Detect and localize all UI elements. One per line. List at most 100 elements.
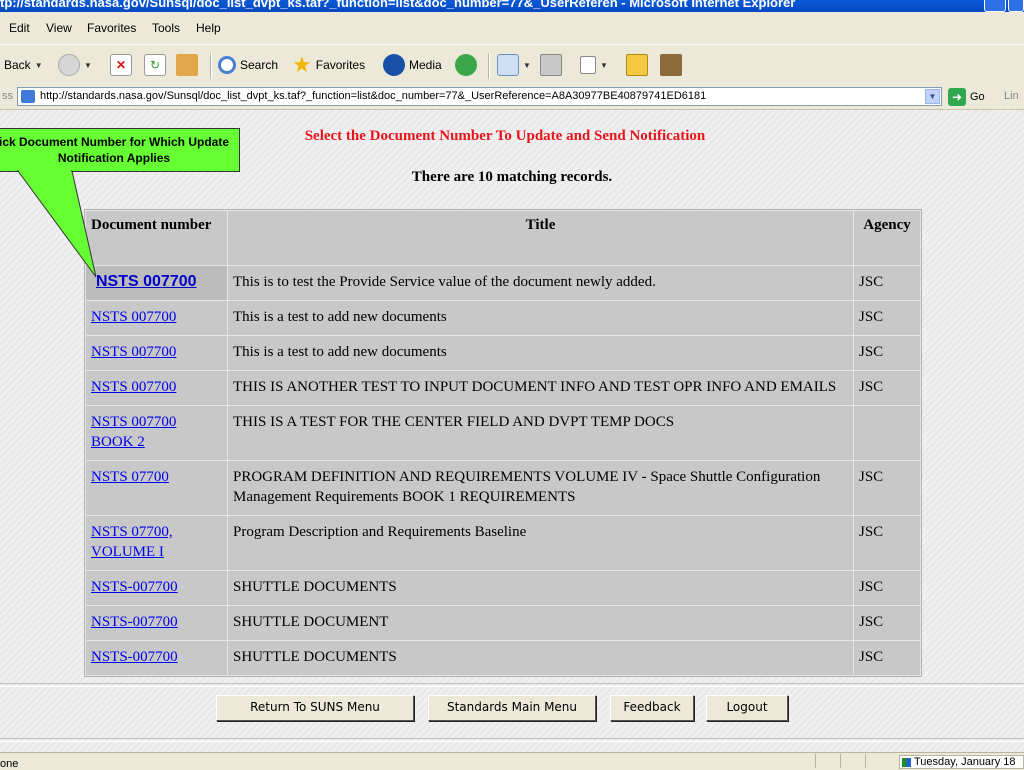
toolbar-separator — [210, 53, 212, 79]
minimize-button[interactable] — [984, 0, 1006, 12]
title-cell: SHUTTLE DOCUMENTS — [228, 571, 853, 605]
document-number-link[interactable]: NSTS-007700 — [91, 614, 178, 630]
agency-cell: JSC — [854, 336, 920, 370]
document-number-cell: NSTS 007700 — [86, 371, 227, 405]
history-button[interactable] — [455, 53, 477, 77]
mail-dropdown-icon[interactable]: ▼ — [523, 61, 531, 70]
mail-icon — [497, 54, 519, 76]
favorites-label: Favorites — [315, 58, 366, 72]
divider — [0, 738, 1024, 742]
forward-arrow-icon — [58, 54, 80, 76]
document-number-link[interactable]: NSTS-007700 — [91, 579, 178, 595]
menu-edit[interactable]: Edit — [9, 21, 30, 35]
media-button[interactable]: Media — [383, 53, 442, 77]
star-icon: ★ — [292, 52, 312, 77]
status-pane — [865, 754, 866, 768]
address-bar: ss http://standards.nasa.gov/Sunsql/doc_… — [0, 85, 1024, 110]
action-buttons: Return To SUNS Menu Standards Main Menu … — [0, 695, 1024, 725]
media-label: Media — [409, 58, 442, 72]
document-number-cell: NSTS-007700 — [86, 571, 227, 605]
folder-icon — [626, 54, 648, 76]
home-icon — [176, 54, 198, 76]
print-button[interactable] — [540, 53, 562, 77]
status-bar: one Tuesday, January 18 — [0, 752, 1024, 770]
refresh-icon: ↻ — [144, 54, 166, 76]
agency-cell: JSC — [854, 641, 920, 675]
table-row: NSTS 007700 BOOK 2 THIS IS A TEST FOR TH… — [86, 406, 920, 460]
favorites-button[interactable]: ★ Favorites — [292, 53, 365, 77]
search-label: Search — [240, 58, 279, 72]
history-icon — [455, 54, 477, 76]
agency-cell: JSC — [854, 606, 920, 640]
menu-tools[interactable]: Tools — [152, 21, 180, 35]
mail-button[interactable]: ▼ — [497, 53, 531, 77]
title-cell: This is a test to add new documents — [228, 336, 853, 370]
discuss-button[interactable] — [626, 53, 648, 77]
forward-button[interactable]: ▼ — [58, 53, 92, 77]
table-row: NSTS-007700 SHUTTLE DOCUMENT JSC — [86, 606, 920, 640]
column-header-title: Title — [228, 211, 853, 265]
title-cell: This is a test to add new documents — [228, 301, 853, 335]
go-button[interactable]: ➜ Go — [948, 88, 985, 106]
document-number-cell: NSTS 007700 — [86, 336, 227, 370]
back-dropdown-icon[interactable]: ▼ — [35, 61, 43, 70]
edit-button[interactable]: ▼ — [580, 53, 608, 77]
title-cell: Program Description and Requirements Bas… — [228, 516, 853, 570]
title-cell: THIS IS A TEST FOR THE CENTER FIELD AND … — [228, 406, 853, 460]
status-pane — [840, 754, 841, 768]
search-button[interactable]: Search — [218, 53, 278, 77]
menu-help[interactable]: Help — [196, 21, 221, 35]
menu-view[interactable]: View — [46, 21, 72, 35]
table-row: NSTS 07700, VOLUME I Program Description… — [86, 516, 920, 570]
title-cell: This is to test the Provide Service valu… — [228, 266, 853, 300]
taskbar-clock: Tuesday, January 18 — [899, 755, 1024, 769]
logout-button[interactable]: Logout — [706, 695, 788, 721]
divider — [0, 683, 1024, 687]
document-number-link[interactable]: NSTS 007700 BOOK 2 — [91, 414, 176, 450]
stop-button[interactable]: ✕ — [110, 53, 132, 77]
table-row: NSTS 007700 This is a test to add new do… — [86, 301, 920, 335]
back-label: Back — [4, 58, 31, 72]
column-header-agency: Agency — [854, 211, 920, 265]
refresh-button[interactable]: ↻ — [144, 53, 166, 77]
window-title: tp://standards.nasa.gov/Sunsql/doc_list_… — [0, 0, 796, 10]
document-number-link[interactable]: NSTS 007700 — [91, 309, 176, 325]
table-row: NSTS-007700 SHUTTLE DOCUMENTS JSC — [86, 571, 920, 605]
page-icon — [21, 90, 35, 103]
address-url[interactable]: http://standards.nasa.gov/Sunsql/doc_lis… — [40, 90, 706, 102]
agency-cell: JSC — [854, 461, 920, 515]
maximize-button[interactable] — [1008, 0, 1024, 12]
address-dropdown-icon[interactable]: ▼ — [925, 89, 940, 104]
document-number-cell: NSTS 007700 — [86, 301, 227, 335]
agency-cell: JSC — [854, 266, 920, 300]
address-label: ss — [2, 90, 13, 102]
document-number-cell: NSTS 07700 — [86, 461, 227, 515]
go-arrow-icon: ➜ — [948, 88, 966, 106]
document-number-link[interactable]: NSTS 07700 — [91, 469, 169, 485]
document-number-link[interactable]: NSTS 007700 — [91, 344, 176, 360]
media-globe-icon — [383, 54, 405, 76]
menu-favorites[interactable]: Favorites — [87, 21, 136, 35]
edit-dropdown-icon[interactable]: ▼ — [600, 61, 608, 70]
address-input[interactable]: http://standards.nasa.gov/Sunsql/doc_lis… — [17, 87, 942, 106]
table-row: NSTS 007700 THIS IS ANOTHER TEST TO INPU… — [86, 371, 920, 405]
document-number-cell: NSTS-007700 — [86, 641, 227, 675]
stop-icon: ✕ — [110, 54, 132, 76]
language-flag-icon — [902, 758, 911, 767]
document-number-link[interactable]: NSTS 007700 — [91, 379, 176, 395]
printer-icon — [540, 54, 562, 76]
title-cell: THIS IS ANOTHER TEST TO INPUT DOCUMENT I… — [228, 371, 853, 405]
title-cell: SHUTTLE DOCUMENTS — [228, 641, 853, 675]
document-number-link[interactable]: NSTS-007700 — [91, 649, 178, 665]
search-icon — [218, 56, 236, 74]
document-number-link[interactable]: NSTS 07700, VOLUME I — [91, 524, 173, 560]
back-button[interactable]: Back ▼ — [4, 53, 43, 77]
home-button[interactable] — [176, 53, 198, 77]
research-button[interactable] — [660, 53, 682, 77]
forward-dropdown-icon[interactable]: ▼ — [84, 61, 92, 70]
links-label[interactable]: Lin — [1004, 90, 1019, 102]
feedback-button[interactable]: Feedback — [610, 695, 694, 721]
page-content: Select the Document Number To Update and… — [0, 110, 1024, 752]
standards-main-menu-button[interactable]: Standards Main Menu — [428, 695, 596, 721]
return-to-suns-menu-button[interactable]: Return To SUNS Menu — [216, 695, 414, 721]
